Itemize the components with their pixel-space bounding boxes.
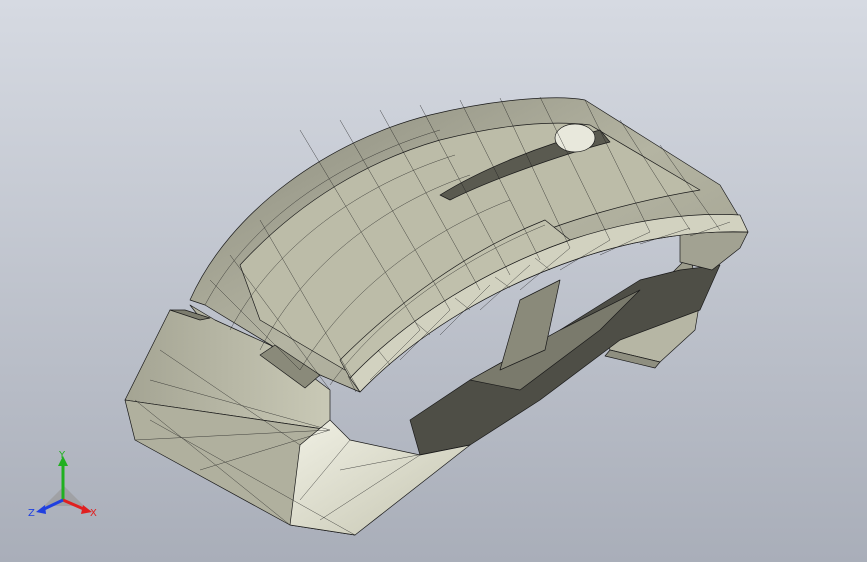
y-axis-label: Y xyxy=(58,450,66,461)
graphics-viewport[interactable]: Y X Z xyxy=(0,0,867,562)
z-axis-label: Z xyxy=(28,508,35,519)
viewport-canvas[interactable]: Y X Z xyxy=(0,0,867,562)
slot-boss xyxy=(554,123,596,153)
x-axis-label: X xyxy=(90,508,97,519)
